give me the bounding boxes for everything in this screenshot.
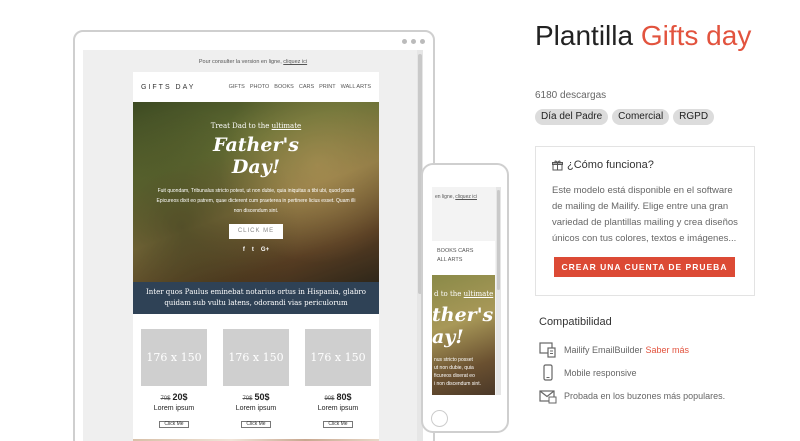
nav-item-photo[interactable]: PHOTO [250, 84, 269, 90]
how-it-works-title: ¿Cómo funciona? [552, 159, 740, 171]
product-name: Lorem ipsum [317, 405, 359, 412]
nav-item-wall-arts[interactable]: WALL ARTS [341, 84, 371, 90]
compat-item-inbox: Probada en los buzones más populares. [539, 384, 725, 407]
hero-kicker: Treat Dad to the ultimate [210, 122, 302, 130]
mobile-hero-body-text: nus stricto posset ut non dubie, quia fi… [434, 357, 481, 387]
mobile-hero-kicker: d to the ultimate [434, 290, 494, 298]
compatibility-list: Mailify EmailBuilder Saber más Mobile res… [539, 338, 725, 407]
window-dots [402, 39, 425, 44]
nav-item-print[interactable]: PRINT [319, 84, 336, 90]
email-builder-icon [539, 341, 557, 359]
product-price: 70$ 20$ [160, 392, 188, 402]
hero-banner: Treat Dad to the ultimate Father's Day! … [133, 102, 379, 282]
product-name: Lorem ipsum [235, 405, 277, 412]
mobile-email-preview: BOOKS CARS ALL ARTS d to the ultimate th… [432, 241, 495, 395]
inbox-icon [539, 387, 557, 405]
product-card: 176 x 150 70$ 50$ Lorem ipsum Click Me [223, 329, 289, 430]
product-name: Lorem ipsum [153, 405, 195, 412]
mobile-scrollbar[interactable] [496, 187, 501, 395]
create-trial-account-button[interactable]: CREAR UNA CUENTA DE PRUEBA [554, 257, 735, 277]
product-button[interactable]: Click Me [159, 421, 189, 428]
email-preview: GIFTS DAY GIFTS PHOTO BOOKS CARS PRINT W… [133, 72, 379, 441]
mobile-icon [539, 363, 557, 382]
product-price: 90$ 80$ [324, 392, 352, 402]
mobile-hero-headline: ther's ay! [432, 304, 494, 348]
product-grid: 176 x 150 70$ 20$ Lorem ipsum Click Me 17… [133, 314, 379, 430]
email-header: GIFTS DAY GIFTS PHOTO BOOKS CARS PRINT W… [133, 72, 379, 102]
mobile-online-version-note: en ligne, cliquez ici [435, 194, 477, 200]
quote-band: Inter quos Paulus eminebat notarius ortu… [133, 282, 379, 314]
facebook-icon[interactable]: f [243, 247, 245, 253]
tag-comercial[interactable]: Comercial [612, 109, 670, 125]
product-image-placeholder: 176 x 150 [223, 329, 289, 386]
desktop-preview: Pour consulter la version en ligne, cliq… [73, 30, 435, 441]
download-count: 6180 descargas [535, 90, 607, 101]
google-plus-icon[interactable]: G+ [261, 247, 269, 253]
learn-more-link[interactable]: Saber más [646, 345, 690, 355]
compat-item-mobile: Mobile responsive [539, 361, 725, 384]
product-card: 176 x 150 90$ 80$ Lorem ipsum Click Me [305, 329, 371, 430]
compatibility-title: Compatibilidad [539, 316, 612, 328]
how-it-works-box: ¿Cómo funciona? Este modelo está disponi… [535, 146, 755, 296]
how-it-works-text: Este modelo está disponible en el softwa… [552, 185, 738, 244]
online-version-link[interactable]: cliquez ici [283, 59, 307, 65]
hero-click-button[interactable]: CLICK ME [229, 224, 283, 239]
hero-headline: Father's Day! [213, 134, 299, 178]
tag-rgpd[interactable]: RGPD [673, 109, 715, 125]
mobile-preview: en ligne, cliquez ici BOOKS CARS ALL ART… [421, 163, 509, 433]
page-title: Plantilla Gifts day [535, 20, 752, 51]
email-nav: GIFTS PHOTO BOOKS CARS PRINT WALL ARTS [229, 84, 371, 90]
product-image-placeholder: 176 x 150 [141, 329, 207, 386]
mobile-email-nav: BOOKS CARS ALL ARTS [437, 248, 474, 263]
nav-item-cars[interactable]: CARS [299, 84, 314, 90]
hero-kicker-link[interactable]: ultimate [272, 122, 302, 130]
nav-item-gifts[interactable]: GIFTS [229, 84, 245, 90]
product-button[interactable]: Click Me [323, 421, 353, 428]
hero-body-text: Fuit quondam, Tribunalus stricto potest,… [156, 188, 356, 214]
mobile-hero-banner: d to the ultimate ther's ay! nus stricto… [432, 275, 495, 395]
online-version-note: Pour consulter la version en ligne, cliq… [198, 59, 308, 65]
mobile-screen[interactable]: en ligne, cliquez ici BOOKS CARS ALL ART… [432, 187, 501, 395]
desktop-screen[interactable]: Pour consulter la version en ligne, cliq… [83, 50, 423, 441]
mobile-online-version-link[interactable]: cliquez ici [455, 194, 477, 200]
brand-logo: GIFTS DAY [141, 83, 196, 91]
product-price: 70$ 50$ [242, 392, 270, 402]
gift-icon [552, 160, 563, 171]
compat-item-emailbuilder: Mailify EmailBuilder Saber más [539, 338, 725, 361]
nav-item-books[interactable]: BOOKS [274, 84, 294, 90]
phone-home-button [431, 410, 448, 427]
product-button[interactable]: Click Me [241, 421, 271, 428]
template-page: Pour consulter la version en ligne, cliq… [0, 0, 800, 441]
product-card: 176 x 150 70$ 20$ Lorem ipsum Click Me [141, 329, 207, 430]
social-links: f t G+ [133, 247, 379, 253]
product-image-placeholder: 176 x 150 [305, 329, 371, 386]
tag-list: Día del Padre Comercial RGPD [535, 109, 715, 125]
twitter-icon[interactable]: t [252, 247, 254, 253]
tag-dia-del-padre[interactable]: Día del Padre [535, 109, 609, 125]
